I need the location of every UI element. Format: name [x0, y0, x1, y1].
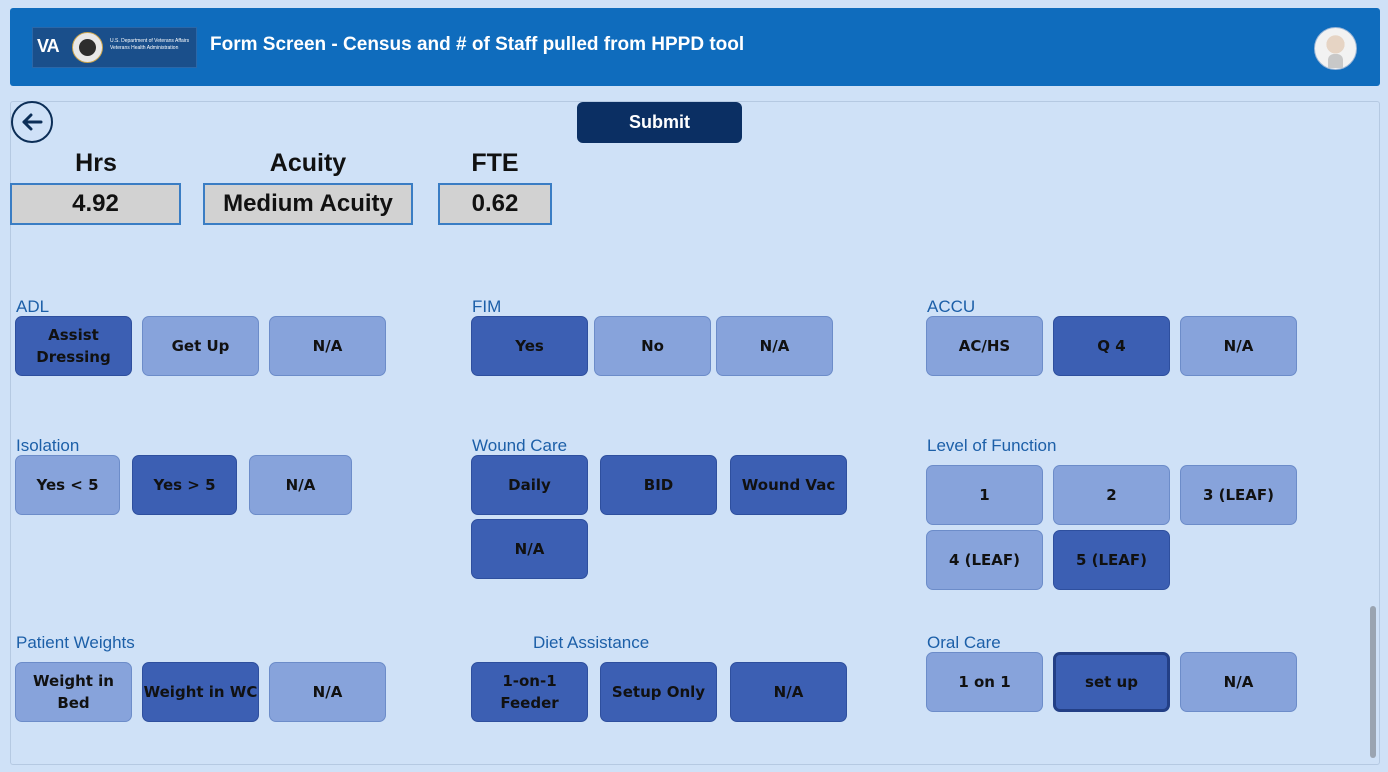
oral-care-label: Oral Care	[927, 633, 1001, 652]
arrow-left-icon	[22, 113, 43, 131]
weights-option-in-bed[interactable]: Weight in Bed	[15, 662, 132, 722]
acuity-label: Acuity	[269, 149, 347, 177]
va-logo: VA U.S. Department of Veterans Affairs V…	[32, 27, 197, 68]
adl-label: ADL	[16, 297, 50, 316]
vertical-scrollbar[interactable]	[1370, 606, 1376, 758]
wound-care-option-bid[interactable]: BID	[600, 455, 717, 515]
va-department-text: U.S. Department of Veterans Affairs Vete…	[110, 38, 189, 52]
accu-option-q4[interactable]: Q 4	[1053, 316, 1170, 376]
lof-option-5-leaf[interactable]: 5 (LEAF)	[1053, 530, 1170, 590]
weights-option-in-wc[interactable]: Weight in WC	[142, 662, 259, 722]
diet-option-na[interactable]: N/A	[730, 662, 847, 722]
lof-option-2[interactable]: 2	[1053, 465, 1170, 525]
level-of-function-label: Level of Function	[927, 436, 1057, 455]
dept-line-1: U.S. Department of Veterans Affairs	[110, 38, 190, 44]
fte-label: FTE	[471, 149, 519, 177]
accu-option-na[interactable]: N/A	[1180, 316, 1297, 376]
lof-option-4-leaf[interactable]: 4 (LEAF)	[926, 530, 1043, 590]
fim-option-no[interactable]: No	[594, 316, 711, 376]
submit-button[interactable]: Submit	[577, 102, 742, 143]
acuity-value: Medium Acuity	[203, 183, 413, 225]
adl-option-get-up[interactable]: Get Up	[142, 316, 259, 376]
hrs-label: Hrs	[75, 149, 117, 177]
isolation-option-yes-gt-5[interactable]: Yes > 5	[132, 455, 237, 515]
fim-label: FIM	[472, 297, 502, 316]
back-button[interactable]	[11, 101, 53, 143]
isolation-option-na[interactable]: N/A	[249, 455, 352, 515]
fim-option-na[interactable]: N/A	[716, 316, 833, 376]
oral-option-na[interactable]: N/A	[1180, 652, 1297, 712]
wound-care-label: Wound Care	[472, 436, 568, 455]
dept-line-2: Veterans Health Administration	[110, 45, 179, 51]
isolation-option-yes-lt-5[interactable]: Yes < 5	[15, 455, 120, 515]
wound-care-option-wound-vac[interactable]: Wound Vac	[730, 455, 847, 515]
accu-option-ac-hs[interactable]: AC/HS	[926, 316, 1043, 376]
oral-option-1on1[interactable]: 1 on 1	[926, 652, 1043, 712]
patient-weights-label: Patient Weights	[16, 633, 135, 652]
user-avatar[interactable]	[1314, 27, 1357, 70]
va-seal-icon	[72, 32, 103, 63]
diet-assistance-label: Diet Assistance	[533, 633, 650, 652]
va-logo-text: VA	[37, 36, 60, 56]
accu-label: ACCU	[927, 297, 976, 316]
diet-option-1on1-feeder[interactable]: 1-on-1 Feeder	[471, 662, 588, 722]
oral-option-set-up[interactable]: set up	[1053, 652, 1170, 712]
page-title: Form Screen - Census and # of Staff pull…	[210, 34, 745, 55]
app-header: VA U.S. Department of Veterans Affairs V…	[10, 8, 1380, 86]
adl-option-na[interactable]: N/A	[269, 316, 386, 376]
fim-option-yes[interactable]: Yes	[471, 316, 588, 376]
isolation-label: Isolation	[16, 436, 80, 455]
diet-option-setup-only[interactable]: Setup Only	[600, 662, 717, 722]
adl-option-assist-dressing[interactable]: Assist Dressing	[15, 316, 132, 376]
wound-care-option-na[interactable]: N/A	[471, 519, 588, 579]
lof-option-1[interactable]: 1	[926, 465, 1043, 525]
weights-option-na[interactable]: N/A	[269, 662, 386, 722]
fte-value: 0.62	[438, 183, 552, 225]
wound-care-option-daily[interactable]: Daily	[471, 455, 588, 515]
hrs-value: 4.92	[10, 183, 181, 225]
lof-option-3-leaf[interactable]: 3 (LEAF)	[1180, 465, 1297, 525]
